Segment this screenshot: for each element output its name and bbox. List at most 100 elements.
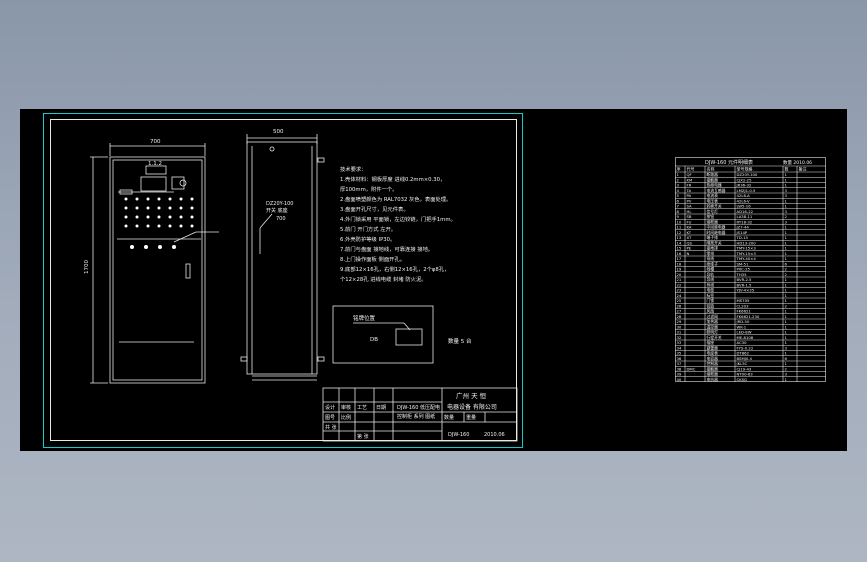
bom-cell: 1 bbox=[785, 204, 788, 209]
bom-cell: 断路器 bbox=[707, 172, 719, 177]
note-line: 2.盘面喷塑颜色为 RAL7032 灰色，表面处理。 bbox=[340, 195, 451, 203]
bom-cell: 6 bbox=[785, 261, 788, 266]
bom-cell: KT bbox=[687, 230, 692, 235]
bom-cell: CKSG bbox=[737, 377, 748, 382]
bom-cell: 避雷器 bbox=[707, 345, 719, 350]
note-line: 9.底部12×16孔，右侧12×16孔，2个φ8孔， bbox=[340, 265, 449, 273]
bom-cell: 19 bbox=[677, 267, 682, 272]
bom-cell: QS bbox=[687, 240, 693, 245]
bom-cell: 1 bbox=[785, 230, 788, 235]
bom-cell: 32 bbox=[677, 335, 682, 340]
bom-cell: 1 bbox=[785, 225, 788, 230]
bom-cell: 熔断器 bbox=[707, 219, 719, 224]
bom-cell: DT862 bbox=[737, 351, 750, 356]
bom-cell: 40 bbox=[677, 377, 682, 382]
tb-cell: 工艺 bbox=[357, 405, 367, 411]
bom-cell: 加热器 bbox=[707, 319, 719, 324]
bom-cell: 1 bbox=[785, 251, 788, 256]
bom-cell: N bbox=[687, 251, 690, 256]
bom-cell: JKL5C bbox=[736, 361, 748, 366]
bom-cell: 33 bbox=[677, 340, 682, 345]
bom-cell: 标签 bbox=[707, 293, 715, 298]
bom-cell: 31 bbox=[677, 330, 682, 335]
bom-cell: 1 bbox=[785, 319, 788, 324]
bom-cell: 1 bbox=[785, 377, 788, 382]
bom-cell: 行程开关 bbox=[707, 335, 722, 340]
bom-cell: QF bbox=[687, 172, 692, 177]
nameplate-label: 铭牌位置 bbox=[353, 314, 376, 322]
bom-cell: 3 bbox=[785, 372, 788, 377]
bom-cell: LW5-16 bbox=[737, 204, 752, 209]
drawing-name: DJW-160 低压配电 bbox=[397, 404, 440, 411]
bom-cell: LA38-11 bbox=[737, 214, 753, 219]
bom-cell: 1 bbox=[785, 246, 788, 251]
bom-cell: BVR-2.5 bbox=[737, 277, 753, 282]
bom-cell: TMY-40×4 bbox=[736, 256, 757, 261]
bom-cell: WK-1 bbox=[737, 324, 747, 329]
bom-cell: JS14P bbox=[736, 230, 748, 235]
bom-cell: 1 bbox=[785, 183, 788, 188]
indicator-lamp-grid bbox=[124, 197, 194, 249]
side-component-value: 700 bbox=[276, 216, 286, 222]
bom-cell: 插座 bbox=[707, 340, 715, 345]
bom-cell: FK6621.230 bbox=[737, 314, 760, 319]
bom-cell: 电度表 bbox=[707, 351, 719, 356]
bom-cell: 1 bbox=[785, 330, 788, 335]
bom-cell: 导线 bbox=[707, 277, 715, 282]
tb-cell: 日期 bbox=[376, 405, 386, 411]
bom-cell: 中间继电器 bbox=[707, 225, 726, 230]
bom-cell: 16 bbox=[677, 251, 682, 256]
bom-cell: TA bbox=[686, 188, 692, 193]
bom-cell: 接触器 bbox=[707, 366, 719, 371]
bom-cell: 零排 bbox=[707, 251, 715, 256]
note-line: 1.壳体材料：钢板厚度 进线0.2mm×0.30， bbox=[340, 175, 445, 183]
bom-cell: 绝缘子 bbox=[707, 261, 719, 266]
bom-cell: ME-8108 bbox=[737, 335, 754, 340]
bom-cell: 3 bbox=[785, 193, 788, 198]
front-width-dim: 700 bbox=[150, 139, 161, 145]
bom-cell: HL bbox=[687, 209, 693, 214]
bom-header-cell: 数 bbox=[785, 166, 789, 172]
height-dim: 1700 bbox=[84, 260, 90, 274]
bom-cell: 1 bbox=[677, 172, 680, 177]
bom-cell: CJX2-25 bbox=[737, 177, 753, 182]
note-line: 厚100mm，附件一个。 bbox=[340, 185, 398, 193]
bom-cell: HD13-200 bbox=[737, 240, 757, 245]
bom-cell: 门锁 bbox=[707, 298, 715, 303]
bom-cell: 24 bbox=[677, 293, 682, 298]
bom-title: DJW-160 元件明细表 bbox=[705, 159, 753, 166]
bom-cell: AC30 bbox=[737, 340, 748, 345]
bom-cell: DZ20Y-100 bbox=[737, 172, 758, 177]
bom-cell: AD16-22 bbox=[737, 209, 754, 214]
cad-model-space[interactable]: 700 500 1700 1.1.2 DZ20Y-100 开关 底座 700 技… bbox=[20, 109, 847, 451]
bom-cell: 15 bbox=[677, 246, 682, 251]
side-view-outline bbox=[246, 141, 318, 375]
bom-cell: 20 bbox=[677, 272, 682, 277]
bom-cell: 6 bbox=[785, 356, 788, 361]
bom-cell: 42L6-V bbox=[737, 198, 751, 203]
bom-cell: 1 bbox=[785, 340, 788, 345]
notes-title: 技术要求： bbox=[340, 165, 367, 173]
bom-cell: 1 bbox=[785, 309, 788, 314]
bom-cell: 42L6-A bbox=[737, 193, 751, 198]
bom-cell: 38 bbox=[677, 366, 682, 371]
bom-cell: FYS-0.22 bbox=[737, 345, 754, 350]
note-line: 5.前门 开门方式 左开。 bbox=[340, 225, 396, 233]
bom-cell: 5 bbox=[677, 193, 680, 198]
bom-header-cell: 代号 bbox=[687, 166, 695, 172]
bom-cell: 37 bbox=[677, 361, 682, 366]
bom-cell: 3 bbox=[785, 188, 788, 193]
bom-cell: SA bbox=[687, 204, 692, 209]
bom-cell: 电容器 bbox=[707, 356, 719, 361]
note-line: 3.盘面开孔尺寸，见元件表。 bbox=[340, 205, 409, 213]
bom-cell: 电流表 bbox=[707, 193, 719, 198]
bom-cell: SB bbox=[687, 214, 692, 219]
bom-cell: 1 bbox=[785, 351, 788, 356]
tb-cell: 数量 bbox=[444, 414, 454, 421]
bom-cell: 1 bbox=[785, 256, 788, 261]
bom-cell: 线槽 bbox=[707, 267, 715, 272]
bom-cell: 隔离开关 bbox=[707, 240, 722, 245]
bom-cell: 4 bbox=[677, 188, 680, 193]
bom-cell: 36 bbox=[677, 356, 682, 361]
tb-cell: 比例 bbox=[341, 414, 351, 421]
